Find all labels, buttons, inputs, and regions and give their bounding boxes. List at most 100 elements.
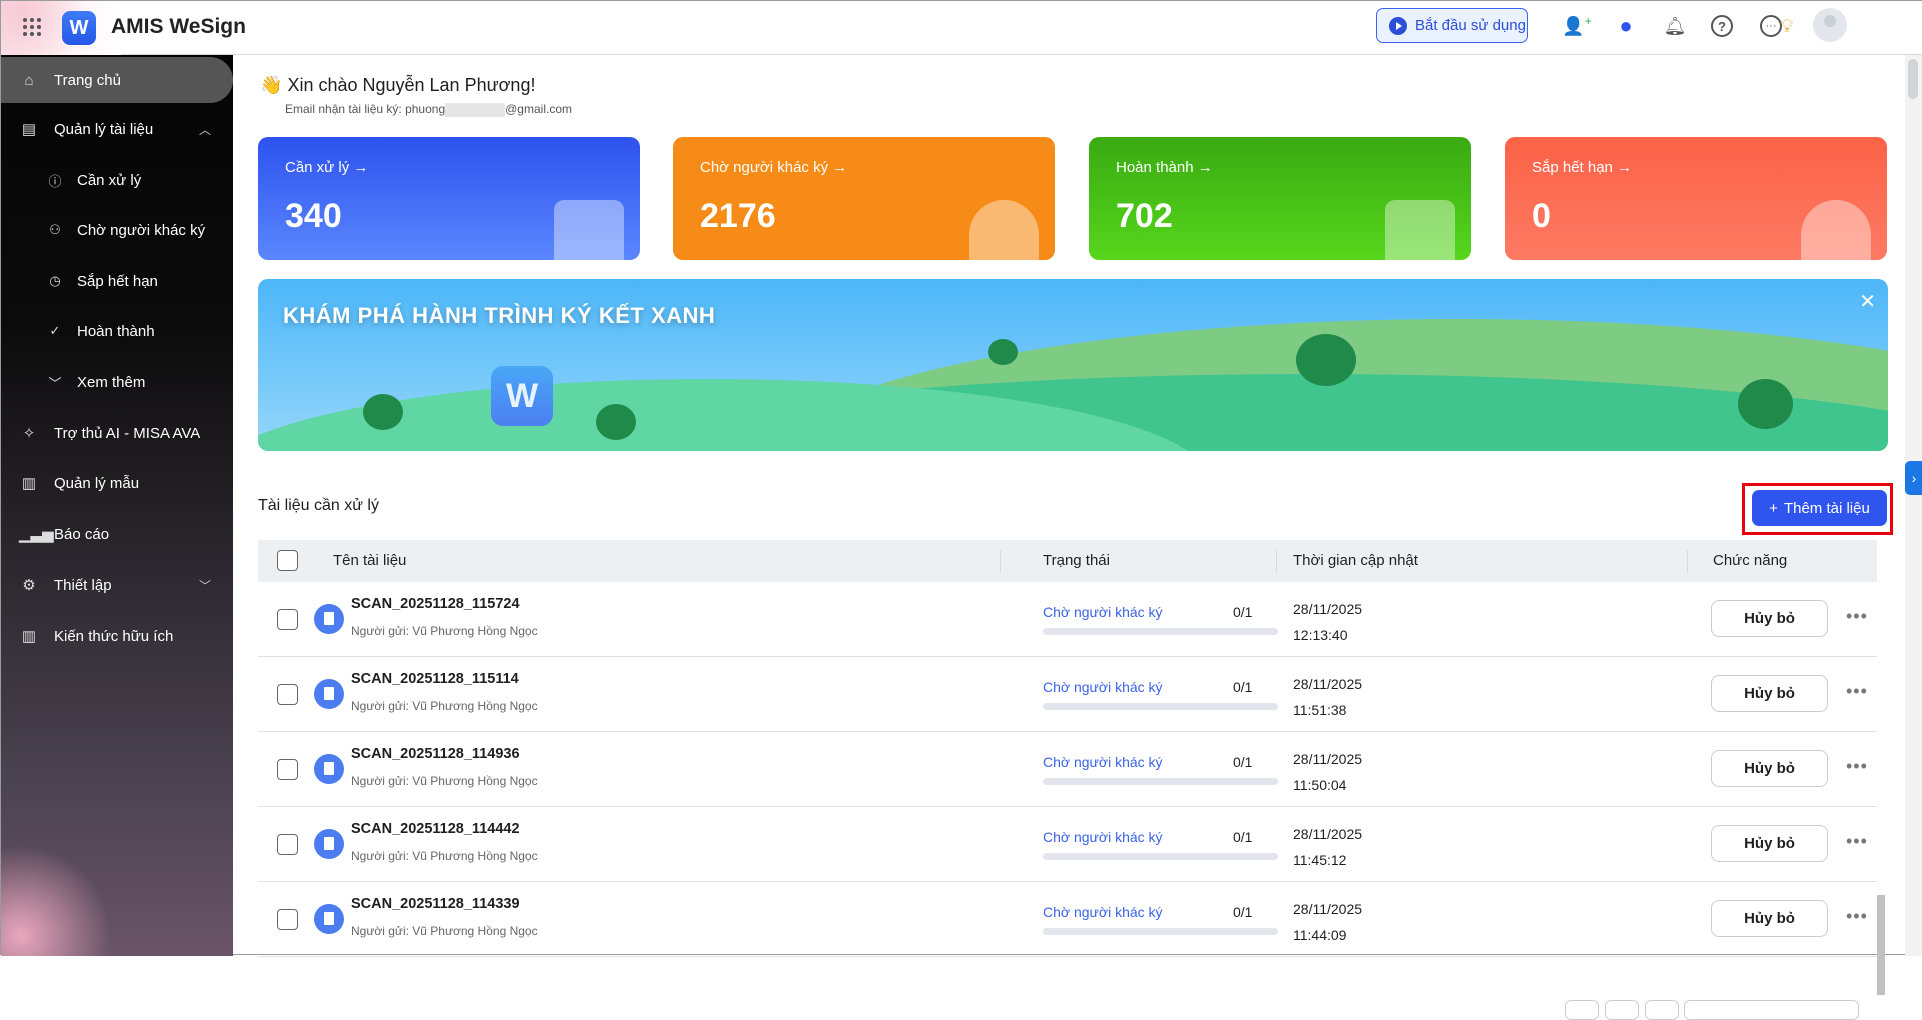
app-logo[interactable]: W [62, 11, 96, 45]
page-size-select[interactable] [1684, 1000, 1859, 1020]
sidebar-item-expiring[interactable]: ◷ Sắp hết hạn [1, 258, 233, 304]
app-grid-icon[interactable] [23, 18, 41, 36]
status-link[interactable]: Chờ người khác ký [1043, 604, 1163, 620]
column-header-updated: Thời gian cập nhật [1293, 552, 1418, 569]
sidebar-item-knowledge[interactable]: ▥ Kiến thức hữu ích [1, 613, 233, 659]
more-actions-icon[interactable]: ••• [1846, 831, 1868, 852]
table-scrollbar[interactable] [1877, 895, 1885, 995]
sidebar-item-label: Trợ thủ AI - MISA AVA [54, 424, 201, 442]
card-label: Hoàn thành [1116, 159, 1194, 176]
tree-icon [988, 339, 1018, 365]
document-name[interactable]: SCAN_20251128_114339 [351, 896, 520, 912]
clock-icon [1801, 200, 1871, 260]
more-actions-icon[interactable]: ••• [1846, 606, 1868, 627]
signing-progress-bar [1043, 928, 1278, 935]
sidebar-item-waiting-others[interactable]: ⚇ Chờ người khác ký [1, 207, 233, 253]
table-row[interactable]: SCAN_20251128_114936 Người gửi: Vũ Phươn… [258, 732, 1877, 807]
updated-date: 28/11/2025 [1293, 901, 1363, 917]
document-name[interactable]: SCAN_20251128_114936 [351, 746, 520, 762]
card-to-process[interactable]: Cần xử lý → 340 [258, 137, 640, 260]
close-icon[interactable]: ✕ [1859, 289, 1876, 314]
more-actions-icon[interactable]: ••• [1846, 681, 1868, 702]
cancel-button[interactable]: Hủy bỏ [1711, 675, 1828, 712]
select-all-checkbox[interactable] [277, 550, 298, 571]
cancel-button[interactable]: Hủy bỏ [1711, 600, 1828, 637]
cancel-button[interactable]: Hủy bỏ [1711, 900, 1828, 937]
email-prefix: phuong [405, 102, 446, 116]
row-checkbox[interactable] [277, 609, 298, 630]
start-using-label: Bắt đầu sử dụng [1415, 17, 1526, 34]
status-link[interactable]: Chờ người khác ký [1043, 904, 1163, 920]
sidebar-item-home[interactable]: ⌂ Trang chủ [1, 57, 233, 103]
more-actions-icon[interactable]: ••• [1846, 906, 1868, 927]
card-waiting-others[interactable]: Chờ người khác ký → 2176 [673, 137, 1055, 260]
row-checkbox[interactable] [277, 759, 298, 780]
bell-icon[interactable]: 🔔︎ [1662, 13, 1688, 39]
updated-clock: 11:45:12 [1293, 852, 1347, 868]
row-checkbox[interactable] [277, 834, 298, 855]
add-user-icon[interactable]: 👤 + [1562, 13, 1591, 39]
status-link[interactable]: Chờ người khác ký [1043, 679, 1163, 695]
sidebar-item-completed[interactable]: ✓ Hoàn thành [1, 308, 233, 354]
sidebar-item-see-more[interactable]: ﹀ Xem thêm [1, 359, 233, 405]
sidebar-item-to-process[interactable]: ⓘ Cần xử lý [1, 157, 233, 203]
document-name[interactable]: SCAN_20251128_115114 [351, 671, 519, 687]
updated-time: 28/11/2025 11:45:12 [1293, 821, 1362, 873]
sidebar-item-label: Báo cáo [54, 525, 110, 543]
help-icon[interactable]: ? [1711, 15, 1733, 37]
table-row[interactable]: SCAN_20251128_114339 Người gửi: Vũ Phươn… [258, 882, 1877, 957]
add-document-label: Thêm tài liệu [1783, 499, 1870, 517]
chevron-down-icon: ﹀ [48, 375, 62, 391]
document-sender: Người gửi: Vũ Phương Hồng Ngọc [351, 849, 538, 863]
sidebar-item-templates[interactable]: ▥ Quản lý mẫu [1, 460, 233, 506]
sidebar-item-label: Xem thêm [77, 373, 146, 391]
cancel-button[interactable]: Hủy bỏ [1711, 750, 1828, 787]
book-icon: ▥ [21, 628, 37, 645]
document-icon [314, 829, 344, 859]
pagination-prev[interactable] [1605, 1000, 1639, 1020]
row-checkbox[interactable] [277, 684, 298, 705]
card-value: 702 [1116, 197, 1173, 235]
pagination-next[interactable] [1645, 1000, 1679, 1020]
pagination-first[interactable] [1565, 1000, 1599, 1020]
status-link[interactable]: Chờ người khác ký [1043, 829, 1163, 845]
signing-ratio: 0/1 [1233, 829, 1253, 845]
updated-clock: 12:13:40 [1293, 627, 1348, 643]
document-name[interactable]: SCAN_20251128_115724 [351, 596, 520, 612]
lightbulb-book-icon[interactable]: 💡︎ [1774, 13, 1800, 39]
table-row[interactable]: SCAN_20251128_114442 Người gửi: Vũ Phươn… [258, 807, 1877, 882]
arrow-right-icon: → [1617, 159, 1633, 176]
blossom-decoration [1, 1, 121, 55]
row-checkbox[interactable] [277, 909, 298, 930]
page-scrollbar[interactable] [1905, 55, 1922, 956]
sidebar-item-reports[interactable]: ▁▃▅ Báo cáo [1, 511, 233, 557]
sidebar-item-document-management[interactable]: ▤ Quản lý tài liệu ︿ [1, 106, 233, 152]
plus-icon: + [1769, 499, 1778, 517]
sidebar-item-ai-assistant[interactable]: ✧ Trợ thủ AI - MISA AVA [1, 410, 233, 456]
cancel-button[interactable]: Hủy bỏ [1711, 825, 1828, 862]
signing-ratio: 0/1 [1233, 679, 1253, 695]
scrollbar-thumb[interactable] [1908, 59, 1918, 99]
start-using-button[interactable]: Bắt đầu sử dụng [1376, 8, 1528, 43]
top-bar: W AMIS WeSign Bắt đầu sử dụng 👤 + ● 🔔︎ ? … [1, 1, 1922, 55]
email-label: Email nhận tài liệu ký: [285, 102, 402, 116]
table-row[interactable]: SCAN_20251128_115114 Người gửi: Vũ Phươn… [258, 657, 1877, 732]
sidebar-item-settings[interactable]: ⚙ Thiết lập ﹀ [1, 562, 233, 608]
promo-banner[interactable]: KHÁM PHÁ HÀNH TRÌNH KÝ KẾT XANH W ✕ [258, 279, 1888, 451]
updated-time: 28/11/2025 12:13:40 [1293, 596, 1362, 648]
table-row[interactable]: SCAN_20251128_115724 Người gửi: Vũ Phươn… [258, 582, 1877, 657]
home-icon: ⌂ [24, 71, 34, 89]
card-completed[interactable]: Hoàn thành → 702 [1089, 137, 1471, 260]
card-expiring[interactable]: Sắp hết hạn → 0 [1505, 137, 1887, 260]
add-document-button[interactable]: + Thêm tài liệu [1752, 490, 1887, 526]
alert-circle-icon: ⓘ [48, 173, 62, 189]
signing-progress-bar [1043, 703, 1278, 710]
document-name[interactable]: SCAN_20251128_114442 [351, 821, 520, 837]
chat-icon[interactable]: ● [1613, 13, 1639, 39]
status-link[interactable]: Chờ người khác ký [1043, 754, 1163, 770]
card-value: 340 [285, 197, 342, 235]
avatar[interactable] [1813, 8, 1847, 42]
more-actions-icon[interactable]: ••• [1846, 756, 1868, 777]
sidebar-item-label: Quản lý mẫu [54, 474, 140, 492]
expand-panel-tab[interactable]: › [1905, 461, 1922, 495]
